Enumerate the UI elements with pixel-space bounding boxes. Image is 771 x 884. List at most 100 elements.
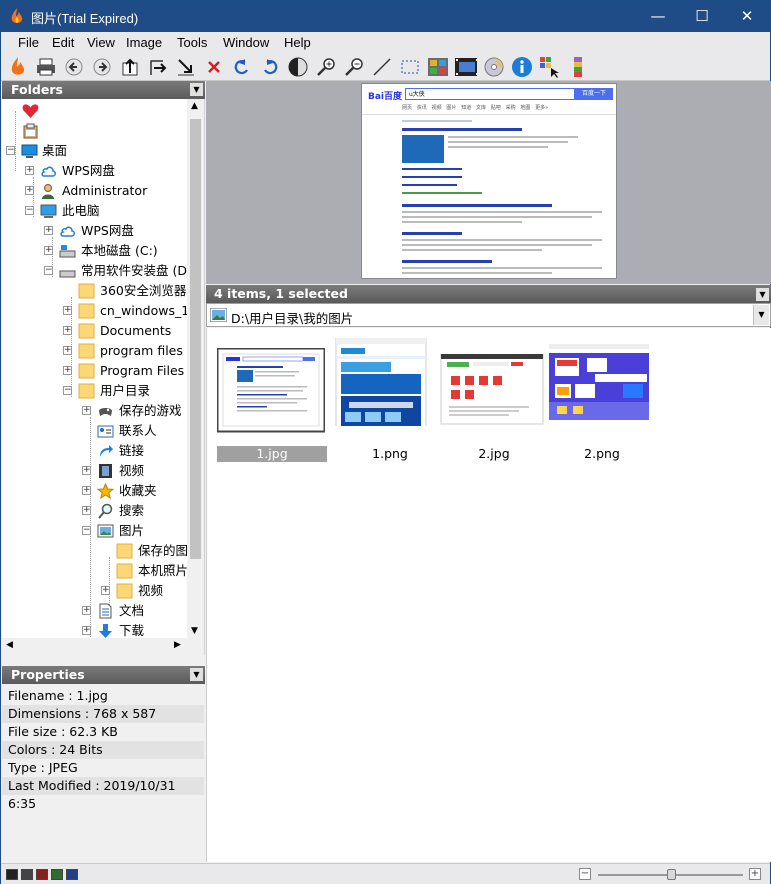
expand-toggle[interactable]: + (63, 346, 72, 355)
tree-node-label: Administrator (62, 183, 148, 198)
expand-toggle[interactable]: + (63, 366, 72, 375)
collapse-toggle[interactable]: − (82, 526, 91, 535)
expand-toggle[interactable]: + (82, 466, 91, 475)
copy-to-icon[interactable] (175, 56, 197, 78)
color-swatch-red[interactable] (36, 869, 48, 880)
image-preview-area[interactable]: Bai百度 u大侠 百度一下 网页 资讯 视频 图片 知道 文库 贴吧 采购 地… (206, 81, 771, 284)
thumbnail-caption: 2.jpg (478, 446, 510, 461)
collapse-toggle[interactable]: − (63, 386, 72, 395)
tree-horizontal-scrollbar[interactable]: ◀ ▶ (2, 638, 188, 655)
maximize-button[interactable]: ☐ (679, 1, 725, 32)
thumbnail-image (440, 354, 544, 425)
scroll-right-icon[interactable]: ▶ (174, 640, 181, 650)
zoom-out-button[interactable]: − (579, 868, 591, 880)
disc-icon[interactable] (483, 56, 505, 78)
up-folder-icon[interactable] (119, 56, 141, 78)
thumbnail-item[interactable]: 1.jpg (217, 338, 327, 462)
scroll-left-icon[interactable]: ◀ (6, 640, 13, 650)
menu-view[interactable]: View (87, 35, 115, 50)
menu-window[interactable]: Window (223, 35, 269, 50)
tree-node-label: 链接 (119, 443, 145, 458)
tree-vertical-scrollbar[interactable]: ▲ ▼ (187, 99, 204, 655)
contrast-icon[interactable] (287, 56, 309, 78)
move-to-icon[interactable] (147, 56, 169, 78)
zoom-in-button[interactable]: + (749, 868, 761, 880)
chevron-down-icon[interactable]: ▼ (190, 83, 203, 96)
thumbnail-item[interactable]: 2.jpg (439, 338, 549, 461)
expand-toggle[interactable]: + (82, 626, 91, 635)
rotate-left-icon[interactable] (231, 56, 253, 78)
palette-icon[interactable] (567, 56, 589, 78)
expand-toggle[interactable]: + (63, 326, 72, 335)
rotate-right-icon[interactable] (259, 56, 281, 78)
right-pane: Bai百度 u大侠 百度一下 网页 资讯 视频 图片 知道 文库 贴吧 采购 地… (206, 81, 771, 862)
back-arrow-icon[interactable] (63, 56, 85, 78)
folder-icon (116, 563, 133, 579)
chevron-down-icon[interactable]: ▼ (753, 305, 769, 325)
thumbnail-item[interactable]: 1.png (335, 338, 445, 461)
path-dropdown[interactable]: D:\用户目录\我的图片 ▼ (206, 303, 771, 327)
property-type: Type : JPEG (8, 760, 78, 775)
expand-toggle[interactable]: + (44, 246, 53, 255)
scroll-down-icon[interactable]: ▼ (191, 626, 198, 636)
flame-icon[interactable] (7, 56, 29, 78)
folder-icon (78, 363, 95, 379)
expand-toggle[interactable]: + (82, 406, 91, 415)
collapse-toggle[interactable]: − (6, 146, 15, 155)
preview-tab: 贴吧 (490, 105, 501, 111)
chevron-down-icon[interactable]: ▼ (190, 668, 203, 681)
preview-search-box: u大侠 (405, 88, 575, 100)
expand-toggle[interactable]: + (25, 186, 34, 195)
toolbar (1, 53, 770, 81)
delete-icon[interactable] (203, 56, 225, 78)
preview-tab: 图片 (446, 105, 457, 111)
menu-file[interactable]: File (18, 35, 39, 50)
menu-image[interactable]: Image (126, 35, 162, 50)
menu-edit[interactable]: Edit (52, 35, 74, 50)
preview-tabs: 网页 资讯 视频 图片 知道 文库 贴吧 采购 地图 更多» (402, 104, 612, 114)
scrollbar-thumb[interactable] (190, 119, 201, 559)
menu-help[interactable]: Help (284, 35, 311, 50)
print-icon[interactable] (35, 56, 57, 78)
tree-node-label: WPS网盘 (62, 163, 115, 178)
color-swatch-black[interactable] (6, 869, 18, 880)
menu-tools[interactable]: Tools (177, 35, 207, 50)
tree-node-label: 文档 (119, 603, 145, 618)
expand-toggle[interactable]: + (44, 226, 53, 235)
expand-toggle[interactable]: + (82, 506, 91, 515)
filmstrip-icon[interactable] (455, 56, 477, 78)
thumbnail-list[interactable]: 1.jpg 1.png 2.jpg 2.png (206, 328, 771, 862)
line-tool-icon[interactable] (371, 56, 393, 78)
chevron-down-icon[interactable]: ▼ (756, 288, 769, 301)
color-picker-icon[interactable] (539, 56, 561, 78)
expand-toggle[interactable]: + (63, 306, 72, 315)
zoom-in-icon[interactable] (315, 56, 337, 78)
tree-node-label: 保存的游戏 (119, 403, 182, 418)
expand-toggle[interactable]: + (82, 486, 91, 495)
zoom-slider-thumb[interactable] (667, 869, 676, 880)
expand-toggle[interactable]: + (25, 166, 34, 175)
thumbnail-item[interactable]: 2.png (547, 338, 657, 461)
folder-tree[interactable]: − 桌面 + WPS网盘 + Administrator − 此电脑 + WPS… (2, 99, 205, 655)
close-button[interactable]: ✕ (724, 1, 770, 32)
color-swatch-gray[interactable] (21, 869, 33, 880)
expand-toggle[interactable]: + (82, 606, 91, 615)
zoom-out-icon[interactable] (343, 56, 365, 78)
color-swatch-green[interactable] (51, 869, 63, 880)
expand-toggle[interactable]: + (101, 586, 110, 595)
info-icon[interactable] (511, 56, 533, 78)
pictures-icon (210, 308, 227, 322)
collapse-toggle[interactable]: − (44, 266, 53, 275)
title-bar[interactable]: 图片(Trial Expired) — ☐ ✕ (1, 1, 770, 32)
select-rectangle-icon[interactable] (399, 56, 421, 78)
folder-icon (116, 543, 133, 559)
minimize-button[interactable]: — (635, 1, 681, 32)
tree-node-label: 搜索 (119, 503, 145, 518)
folder-icon (116, 583, 133, 599)
forward-arrow-icon[interactable] (91, 56, 113, 78)
preview-image: Bai百度 u大侠 百度一下 网页 资讯 视频 图片 知道 文库 贴吧 采购 地… (361, 83, 617, 279)
image-grid-icon[interactable] (427, 56, 449, 78)
color-swatch-blue[interactable] (66, 869, 78, 880)
scroll-up-icon[interactable]: ▲ (191, 101, 198, 111)
collapse-toggle[interactable]: − (25, 206, 34, 215)
